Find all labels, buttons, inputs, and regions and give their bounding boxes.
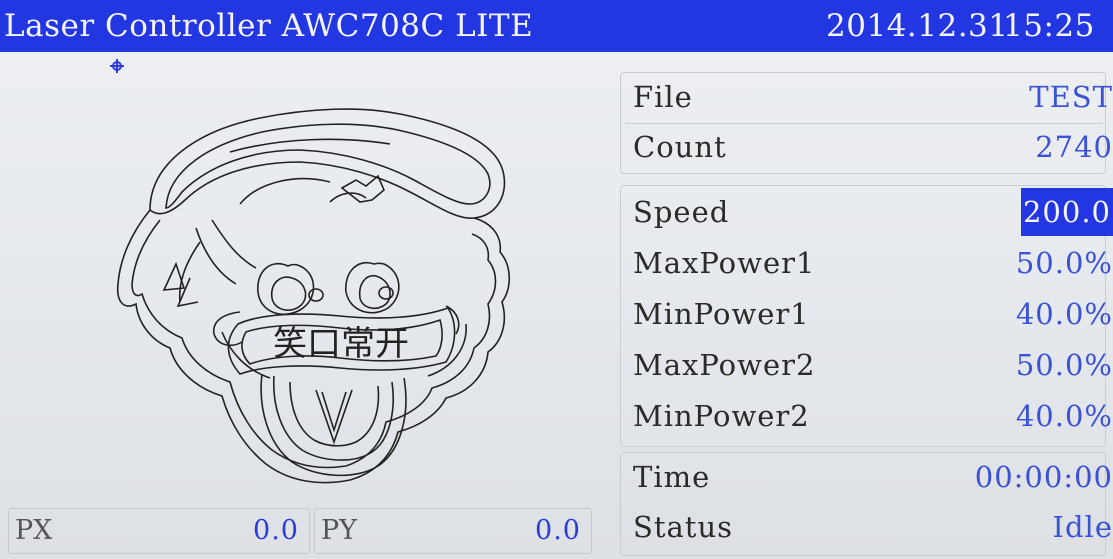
lcd-screen: Laser Controller AWC708C LITE 2014.12.31…	[0, 0, 1113, 559]
param-label: MaxPower1	[633, 246, 816, 280]
count-label: Count	[633, 130, 727, 164]
app-title: Laser Controller AWC708C LITE	[4, 8, 534, 44]
status-group: Time 00:00:00 Status Idle	[620, 452, 1112, 556]
file-row[interactable]: File TEST	[623, 73, 1112, 121]
px-label: PX	[15, 515, 53, 546]
status-value: Idle	[1052, 510, 1113, 544]
file-label: File	[633, 80, 693, 114]
py-label: PY	[321, 515, 357, 546]
cap-outline	[149, 108, 506, 219]
param-row-maxpower2[interactable]: MaxPower2 50.0%	[623, 341, 1112, 389]
status-row: Status Idle	[623, 503, 1112, 551]
param-value[interactable]: 50.0%	[1016, 341, 1113, 389]
parameter-group: Speed 200.0 MaxPower1 50.0% MinPower1 40…	[620, 185, 1113, 447]
param-row-maxpower1[interactable]: MaxPower1 50.0%	[623, 239, 1112, 287]
count-row[interactable]: Count 2740	[623, 123, 1112, 171]
px-field: PX 0.0	[8, 508, 310, 554]
param-label: MinPower2	[633, 399, 810, 433]
title-bar: Laser Controller AWC708C LITE 2014.12.31…	[0, 0, 1113, 52]
crosshair-icon	[110, 59, 124, 73]
info-panel: File TEST Count 2740 Speed 200.0 MaxPowe…	[618, 52, 1113, 559]
param-row-speed[interactable]: Speed 200.0	[623, 188, 1113, 236]
param-value-selected[interactable]: 200.0	[1020, 188, 1113, 236]
elapsed-time-value: 00:00:00	[974, 460, 1113, 494]
eyes	[257, 261, 400, 316]
param-label: MaxPower2	[633, 348, 816, 382]
header-date: 2014.12.31	[826, 8, 1009, 44]
header-time: 15:25	[1003, 8, 1095, 44]
file-info-group: File TEST Count 2740	[620, 72, 1112, 174]
design-preview[interactable]: 笑口常开	[0, 52, 618, 508]
time-label: Time	[633, 460, 711, 494]
time-row: Time 00:00:00	[623, 453, 1112, 501]
py-value: 0.0	[535, 515, 581, 546]
design-text: 笑口常开	[273, 324, 409, 364]
file-value: TEST	[1029, 80, 1113, 114]
count-value: 2740	[1035, 130, 1113, 164]
py-field: PY 0.0	[314, 508, 592, 554]
px-value: 0.0	[253, 515, 299, 546]
param-label: MinPower1	[633, 297, 810, 331]
param-label: Speed	[633, 195, 730, 229]
mouth	[260, 373, 407, 477]
param-row-minpower1[interactable]: MinPower1 40.0%	[623, 290, 1112, 338]
status-label: Status	[633, 510, 734, 544]
param-value[interactable]: 40.0%	[1016, 392, 1113, 440]
param-value[interactable]: 40.0%	[1016, 290, 1113, 338]
donald-duck-outline: 笑口常开	[110, 59, 511, 484]
param-value[interactable]: 50.0%	[1016, 239, 1113, 287]
param-row-minpower2[interactable]: MinPower2 40.0%	[623, 392, 1112, 440]
